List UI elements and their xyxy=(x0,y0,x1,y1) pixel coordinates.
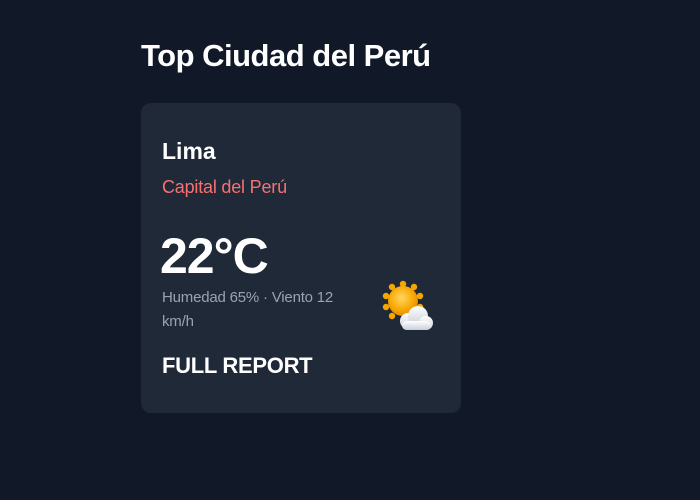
city-subtitle: Capital del Perú xyxy=(162,177,287,197)
temperature: 22°C xyxy=(160,228,269,284)
city-weather-card: Lima Capital del Perú 22°C Humedad 65% ·… xyxy=(141,103,461,413)
sun-behind-cloud-icon xyxy=(381,279,437,335)
weather-details: Humedad 65% · Viento 12 km/h xyxy=(162,289,334,330)
city-name: Lima xyxy=(162,138,216,164)
section-title: Top Ciudad del Perú xyxy=(141,38,431,73)
full-report-link[interactable]: FULL REPORT xyxy=(162,351,313,381)
